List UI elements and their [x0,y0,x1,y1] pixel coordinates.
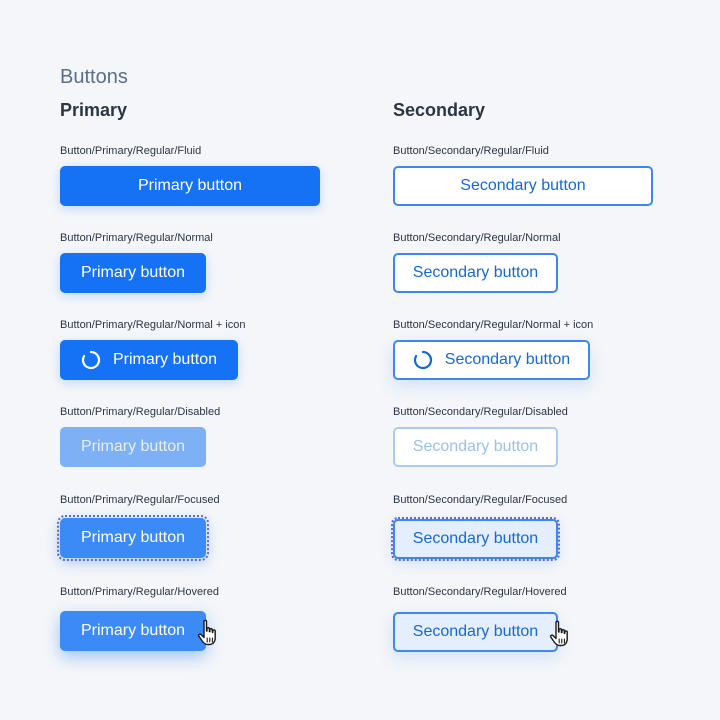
spinner-icon [413,350,432,370]
primary-focused-variant: Button/Primary/Regular/Focused Primary b… [57,492,220,561]
primary-normal-variant: Button/Primary/Regular/Normal Primary bu… [60,230,213,293]
variant-label: Button/Secondary/Regular/Hovered [393,586,567,598]
variant-label: Button/Primary/Regular/Fluid [60,145,202,157]
button-label: Primary button [80,529,186,546]
secondary-disabled-variant: Button/Secondary/Regular/Disabled Second… [393,404,568,467]
primary-disabled-variant: Button/Primary/Regular/Disabled Primary … [60,404,221,467]
button-label: Secondary button [412,264,539,281]
hand-pointer-icon [549,620,568,647]
button-label: Primary button [80,622,186,639]
variant-label: Button/Secondary/Regular/Fluid [393,145,549,157]
secondary-focused-variant: Button/Secondary/Regular/Focused Seconda… [391,492,568,561]
button-label: Primary button [80,438,186,455]
variant-label: Button/Secondary/Regular/Normal + icon [393,319,594,331]
button-label: Secondary button [412,438,539,455]
primary-fluid-button[interactable]: Primary button [60,166,320,206]
primary-heading: Primary [60,100,128,120]
page-title: Buttons [60,66,128,88]
primary-fluid-variant: Button/Primary/Regular/Fluid Primary but… [60,143,320,206]
button-label: Primary button [137,177,243,194]
primary-icon-variant: Button/Primary/Regular/Normal + icon Pri… [60,317,246,380]
variant-label: Button/Secondary/Regular/Disabled [393,406,568,418]
secondary-disabled-button[interactable]: Secondary button [393,427,558,467]
spinner-icon [81,350,101,370]
secondary-icon-button[interactable]: Secondary button [393,340,590,380]
secondary-focused-button[interactable]: Secondary button [391,517,560,561]
secondary-hovered-button[interactable]: Secondary button [393,612,558,652]
secondary-hovered-variant: Button/Secondary/Regular/Hovered Seconda… [393,584,568,652]
primary-hovered-variant: Button/Primary/Regular/Hovered Primary b… [60,584,219,651]
primary-disabled-button[interactable]: Primary button [60,427,206,467]
secondary-normal-button[interactable]: Secondary button [393,253,558,293]
secondary-fluid-button[interactable]: Secondary button [393,166,653,206]
button-label: Secondary button [412,623,539,640]
variant-label: Button/Primary/Regular/Disabled [60,406,221,418]
primary-normal-button[interactable]: Primary button [60,253,206,293]
button-label: Primary button [80,264,186,281]
button-label: Secondary button [412,530,539,547]
secondary-column: Secondary Button/Secondary/Regular/Fluid… [391,97,653,652]
secondary-icon-variant: Button/Secondary/Regular/Normal + icon S… [393,317,594,380]
variant-label: Button/Primary/Regular/Focused [60,494,220,506]
button-label: Secondary button [444,351,571,368]
primary-hovered-button[interactable]: Primary button [60,611,206,651]
hand-pointer-icon [197,619,216,646]
primary-focused-button[interactable]: Primary button [57,515,209,561]
variant-label: Button/Secondary/Regular/Normal [393,232,561,244]
secondary-fluid-variant: Button/Secondary/Regular/Fluid Secondary… [393,143,653,206]
secondary-normal-variant: Button/Secondary/Regular/Normal Secondar… [393,230,561,293]
secondary-heading: Secondary [393,100,486,120]
variant-label: Button/Primary/Regular/Hovered [60,586,219,598]
button-label: Secondary button [460,177,586,194]
primary-column: Primary Button/Primary/Regular/Fluid Pri… [57,97,320,651]
variant-label: Button/Secondary/Regular/Focused [393,494,568,506]
variant-label: Button/Primary/Regular/Normal + icon [60,319,246,331]
primary-icon-button[interactable]: Primary button [60,340,238,380]
button-label: Primary button [112,351,218,368]
variant-label: Button/Primary/Regular/Normal [60,232,213,244]
